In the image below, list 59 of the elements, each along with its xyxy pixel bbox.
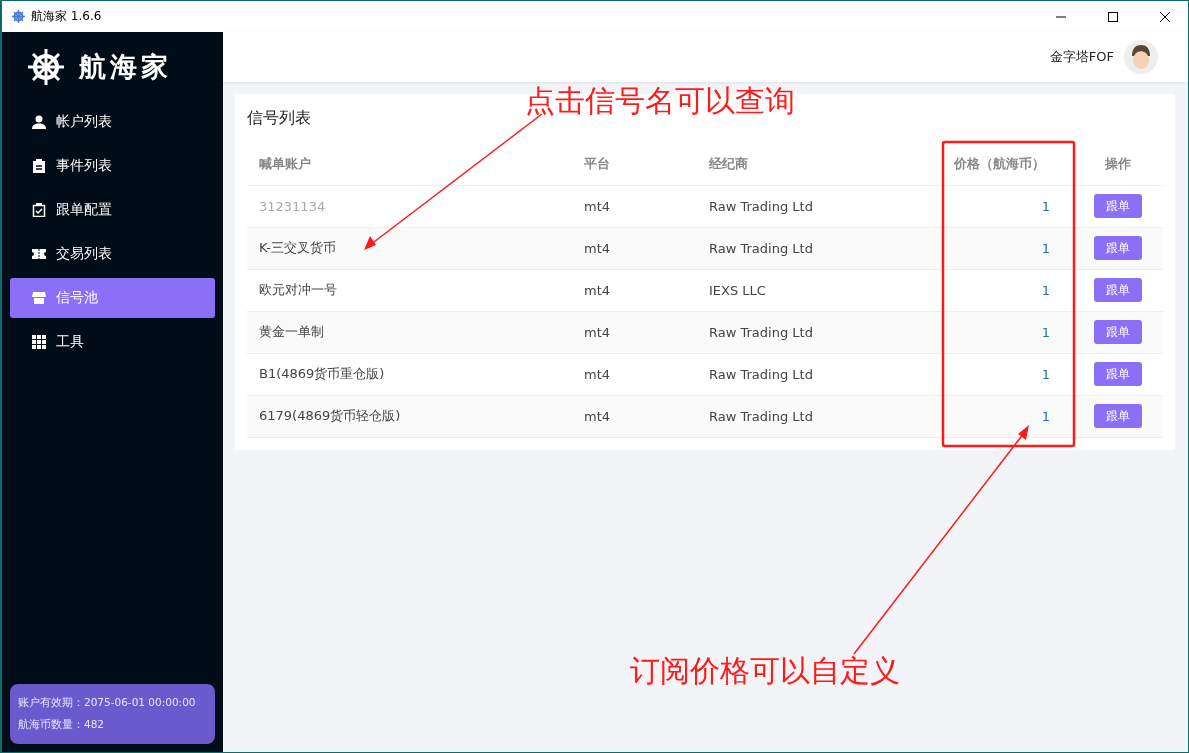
column-header: 平台 <box>567 143 627 185</box>
user-name: 金字塔FOF <box>1049 48 1114 66</box>
annotation-text: 订阅价格可以自定义 <box>630 652 900 690</box>
sidebar-item[interactable]: 交易列表 <box>10 234 215 274</box>
sidebar-item[interactable]: 跟单配置 <box>10 190 215 230</box>
window-title: 航海家 1.6.6 <box>31 8 103 25</box>
ship-wheel-icon <box>27 48 65 86</box>
follow-button[interactable]: 跟单 <box>1093 404 1142 428</box>
column-header: 价格（航海币） <box>942 143 1072 185</box>
maximize-icon <box>1108 11 1118 22</box>
table-cell: Raw Trading Ltd <box>627 395 942 437</box>
signal-name-cell[interactable]: B1(4869货币重仓版) <box>247 353 567 395</box>
sidebar-item[interactable]: 工具 <box>10 322 215 362</box>
follow-button[interactable]: 跟单 <box>1093 236 1142 260</box>
annotation-text: 点击信号名可以查询 <box>525 82 795 120</box>
table-cell: mt4 <box>567 227 627 269</box>
follow-button[interactable]: 跟单 <box>1093 278 1142 302</box>
price-cell: 1 <box>942 185 1072 227</box>
app-icon <box>12 10 25 23</box>
price-cell: 1 <box>942 269 1072 311</box>
sidebar-item[interactable]: 事件列表 <box>10 146 215 186</box>
signal-name-cell[interactable]: 欧元对冲一号 <box>247 269 567 311</box>
column-header: 操作 <box>1072 143 1163 185</box>
account-info-text: 账户有效期：2075-06-01 00:00:00 <box>18 696 197 710</box>
table-cell: Raw Trading Ltd <box>627 227 942 269</box>
price-cell: 1 <box>942 395 1072 437</box>
table-cell: IEXS LLC <box>627 269 942 311</box>
table-cell: mt4 <box>567 395 627 437</box>
close-icon <box>1160 11 1170 22</box>
panel-title: 信号列表 <box>247 108 312 129</box>
table-cell: mt4 <box>567 311 627 353</box>
column-header: 喊单账户 <box>247 143 567 185</box>
clipboard-check-icon <box>32 203 46 217</box>
grid-icon <box>32 335 46 349</box>
price-cell: 1 <box>942 311 1072 353</box>
price-cell: 1 <box>942 227 1072 269</box>
table-cell: Raw Trading Ltd <box>627 185 942 227</box>
table-cell: mt4 <box>567 353 627 395</box>
column-header: 经纪商 <box>627 143 942 185</box>
signal-name-cell[interactable]: 黄金一单制 <box>247 311 567 353</box>
sidebar-item[interactable]: 帐户列表 <box>10 102 215 142</box>
person-icon <box>32 115 46 129</box>
follow-button[interactable]: 跟单 <box>1093 320 1142 344</box>
table-cell: Raw Trading Ltd <box>627 311 942 353</box>
logo-text: 航海家 <box>79 50 172 84</box>
sidebar-item[interactable]: 信号池 <box>10 278 215 318</box>
table-cell: Raw Trading Ltd <box>627 353 942 395</box>
table-cell: mt4 <box>567 185 627 227</box>
follow-button[interactable]: 跟单 <box>1093 362 1142 386</box>
signal-name-cell[interactable]: 6179(4869货币轻仓版) <box>247 395 567 437</box>
clipboard-icon <box>32 159 46 173</box>
table-cell: mt4 <box>567 269 627 311</box>
price-cell: 1 <box>942 353 1072 395</box>
store-icon <box>32 291 46 305</box>
avatar-icon[interactable] <box>1124 40 1158 74</box>
account-info-text: 航海币数量：482 <box>18 718 106 732</box>
ticket-icon <box>32 247 46 261</box>
follow-button[interactable]: 跟单 <box>1093 194 1142 218</box>
signal-name-cell[interactable]: K-三交叉货币 <box>247 227 567 269</box>
